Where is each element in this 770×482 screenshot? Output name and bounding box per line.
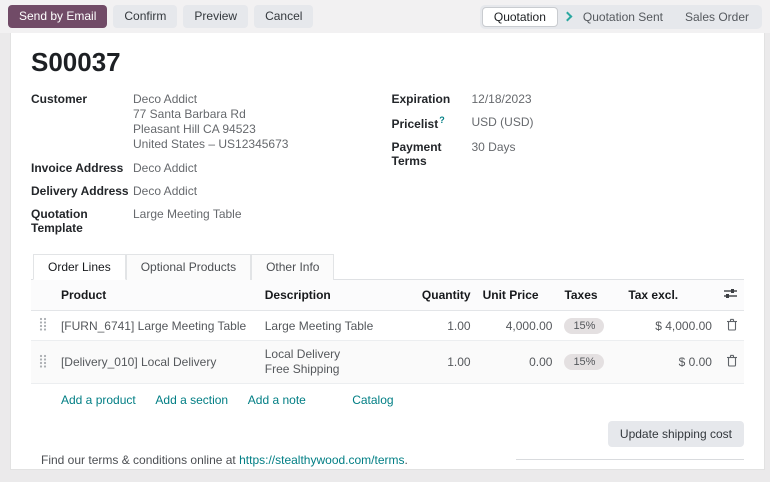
add-a-section-link[interactable]: Add a section [155,393,228,407]
quotation-template-label: Quotation Template [31,207,133,235]
invoice-address-value[interactable]: Deco Addict [133,161,197,175]
expiration-label: Expiration [392,92,472,106]
taxes-column-header[interactable]: Taxes [558,280,622,311]
table-header-row: Product Description Quantity Unit Price … [31,280,744,311]
subtotal-cell: $ 0.00 [622,341,718,384]
terms-text: Find our terms & conditions online at [41,453,239,467]
terms-suffix: . [405,453,408,467]
tab-optional-products[interactable]: Optional Products [126,254,251,280]
quantity-cell[interactable]: 1.00 [416,341,477,384]
field-expiration: Expiration 12/18/2023 [392,92,745,106]
customer-country: United States – US12345673 [133,137,288,152]
product-cell[interactable]: [Delivery_010] Local Delivery [55,341,259,384]
status-step-quotation[interactable]: Quotation [482,7,558,27]
product-cell[interactable]: [FURN_6741] Large Meeting Table [55,311,259,341]
description-column-header[interactable]: Description [259,280,416,311]
customer-value[interactable]: Deco Addict 77 Santa Barbara Rd Pleasant… [133,92,288,152]
drag-handle-icon[interactable] [31,311,55,341]
preview-button[interactable]: Preview [183,5,248,28]
tax-badge[interactable]: 15% [564,354,604,370]
customer-city: Pleasant Hill CA 94523 [133,122,288,137]
catalog-link[interactable]: Catalog [352,393,393,407]
untaxed-amount-label: Untaxed Amount: [560,467,652,470]
status-step-quotation-sent[interactable]: Quotation Sent [572,7,674,27]
description-line: Local Delivery [265,347,410,362]
handle-column-header [31,280,55,311]
pricelist-label-text: Pricelist [392,117,439,131]
action-toolbar: Send by Email Confirm Preview Cancel [8,5,313,28]
untaxed-amount-value: $ 4,000.00 [666,467,744,470]
quotation-template-value[interactable]: Large Meeting Table [133,207,242,235]
tax-badge[interactable]: 15% [564,318,604,334]
description-line: Free Shipping [265,362,410,377]
pricelist-value[interactable]: USD (USD) [472,115,534,131]
totals-summary: Untaxed Amount: $ 4,000.00 Tax 15%: $ 60… [516,459,744,470]
taxes-cell[interactable]: 15% [558,341,622,384]
payment-terms-value[interactable]: 30 Days [472,140,516,168]
line-actions: Add a product Add a section Add a note C… [31,384,744,417]
payment-terms-label: Payment Terms [392,140,472,168]
quantity-column-header[interactable]: Quantity [416,280,477,311]
add-a-product-link[interactable]: Add a product [61,393,136,407]
subtotal-cell: $ 4,000.00 [622,311,718,341]
update-shipping-cost-button[interactable]: Update shipping cost [608,421,744,447]
field-payment-terms: Payment Terms 30 Days [392,140,745,168]
field-customer: Customer Deco Addict 77 Santa Barbara Rd… [31,92,388,152]
send-by-email-button[interactable]: Send by Email [8,5,107,28]
unit-price-cell[interactable]: 4,000.00 [477,311,559,341]
description-cell[interactable]: Local Delivery Free Shipping [259,341,416,384]
cancel-button[interactable]: Cancel [254,5,313,28]
field-quotation-template: Quotation Template Large Meeting Table [31,207,388,235]
sheet-footer: Find our terms & conditions online at ht… [31,421,744,470]
tax-excl-column-header[interactable]: Tax excl. [622,280,718,311]
form-sheet: S00037 Customer Deco Addict 77 Santa Bar… [10,33,765,470]
field-group-right: Expiration 12/18/2023 Pricelist? USD (US… [388,92,745,244]
invoice-address-label: Invoice Address [31,161,133,175]
quantity-cell[interactable]: 1.00 [416,311,477,341]
drag-handle-icon[interactable] [31,341,55,384]
order-line-row[interactable]: [FURN_6741] Large Meeting Table Large Me… [31,311,744,341]
unit-price-column-header[interactable]: Unit Price [477,280,559,311]
field-delivery-address: Delivery Address Deco Addict [31,184,388,198]
terms-link[interactable]: https://stealthywood.com/terms [239,453,404,467]
customer-street: 77 Santa Barbara Rd [133,107,288,122]
field-group-left: Customer Deco Addict 77 Santa Barbara Rd… [31,92,388,244]
totals-area: Update shipping cost Untaxed Amount: $ 4… [516,421,744,470]
order-line-row[interactable]: [Delivery_010] Local Delivery Local Deli… [31,341,744,384]
delivery-address-value[interactable]: Deco Addict [133,184,197,198]
untaxed-amount-row: Untaxed Amount: $ 4,000.00 [516,467,744,470]
status-step-sales-order[interactable]: Sales Order [674,7,760,27]
field-invoice-address: Invoice Address Deco Addict [31,161,388,175]
delivery-address-label: Delivery Address [31,184,133,198]
notebook-tabs: Order Lines Optional Products Other Info [31,254,744,280]
terms-and-conditions: Find our terms & conditions online at ht… [31,453,408,467]
optional-columns-icon[interactable] [718,280,744,311]
page-title: S00037 [31,47,744,78]
taxes-cell[interactable]: 15% [558,311,622,341]
status-pipeline: Quotation Quotation Sent Sales Order [480,5,762,29]
tab-other-info[interactable]: Other Info [251,254,334,280]
delete-row-icon[interactable] [718,311,744,341]
order-lines-table: Product Description Quantity Unit Price … [31,280,744,384]
product-column-header[interactable]: Product [55,280,259,311]
pricelist-help-icon[interactable]: ? [439,115,445,125]
top-control-bar: Send by Email Confirm Preview Cancel Quo… [0,0,770,33]
delete-row-icon[interactable] [718,341,744,384]
chevron-right-icon [562,12,572,22]
customer-label: Customer [31,92,133,152]
confirm-button[interactable]: Confirm [113,5,177,28]
field-pricelist: Pricelist? USD (USD) [392,115,745,131]
unit-price-cell[interactable]: 0.00 [477,341,559,384]
description-cell[interactable]: Large Meeting Table [259,311,416,341]
field-groups: Customer Deco Addict 77 Santa Barbara Rd… [31,92,744,244]
tab-order-lines[interactable]: Order Lines [33,254,126,280]
expiration-value[interactable]: 12/18/2023 [472,92,532,106]
customer-name[interactable]: Deco Addict [133,92,288,107]
add-a-note-link[interactable]: Add a note [248,393,306,407]
pricelist-label: Pricelist? [392,115,472,131]
